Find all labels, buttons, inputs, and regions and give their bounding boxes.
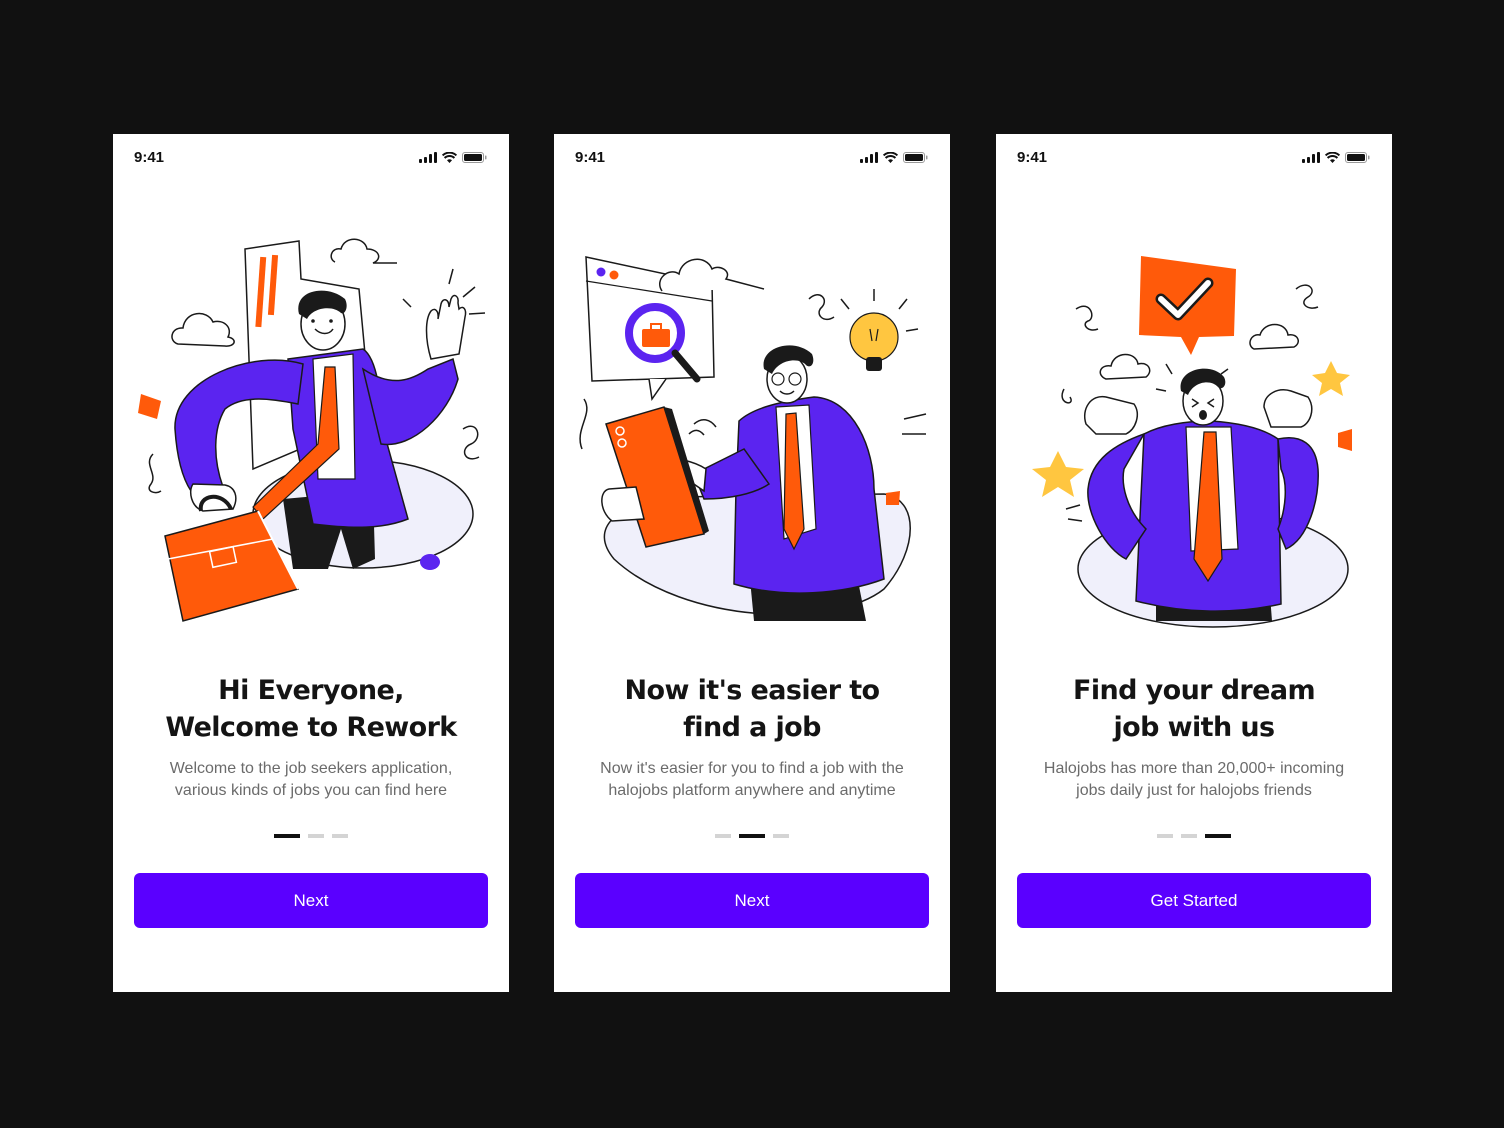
- description-line: Now it's easier for you to find a job wi…: [600, 760, 904, 777]
- page-dot-1[interactable]: [715, 834, 731, 838]
- cloud: [330, 238, 397, 264]
- page-indicator: [996, 834, 1392, 838]
- description-line: Welcome to the job seekers application,: [169, 760, 453, 777]
- status-time: 9:41: [575, 149, 606, 166]
- title-line: Welcome to Rework: [165, 712, 457, 743]
- title-line: Now it's easier to: [624, 675, 881, 706]
- status-bar: 9:41: [554, 134, 950, 180]
- page-dot-2[interactable]: [739, 834, 765, 838]
- signal-icon: [860, 151, 878, 163]
- onboarding-description: Now it's easier for you to find a job wi…: [578, 758, 926, 802]
- wifi-icon: [883, 152, 898, 163]
- wifi-icon: [442, 152, 457, 163]
- illustration-man-celebrating: [996, 229, 1392, 629]
- page-indicator: [554, 834, 950, 838]
- next-button[interactable]: Next: [575, 873, 929, 928]
- battery-icon: [1345, 152, 1370, 163]
- status-bar: 9:41: [113, 134, 509, 180]
- illustration-man-with-tablet: [554, 229, 950, 629]
- wifi-icon: [1325, 152, 1340, 163]
- get-started-button[interactable]: Get Started: [1017, 873, 1371, 928]
- onboarding-title: Now it's easier to find a job: [574, 672, 930, 746]
- page-dot-1[interactable]: [274, 834, 300, 838]
- page-dot-3[interactable]: [332, 834, 348, 838]
- title-line: job with us: [1113, 712, 1276, 743]
- page-dot-3[interactable]: [1205, 834, 1231, 838]
- description-line: Halojobs has more than 20,000+ incoming: [1043, 760, 1345, 777]
- status-time: 9:41: [1017, 149, 1048, 166]
- star-icon: [1312, 361, 1350, 396]
- page-dot-1[interactable]: [1157, 834, 1173, 838]
- page-indicator: [113, 834, 509, 838]
- description-line: various kinds of jobs you can find here: [174, 782, 448, 799]
- status-time: 9:41: [134, 149, 165, 166]
- signal-icon: [1302, 151, 1320, 163]
- lightbulb-icon: [849, 312, 899, 362]
- cloud: [659, 258, 765, 292]
- onboarding-screen-dream-job: 9:41 Find your dream job with us Halojob…: [996, 134, 1392, 992]
- status-icons: [1302, 151, 1370, 163]
- status-bar: 9:41: [996, 134, 1392, 180]
- onboarding-screen-find-job: 9:41 Now it's easier to find a job Now i…: [554, 134, 950, 992]
- status-icons: [860, 151, 928, 163]
- battery-icon: [462, 152, 487, 163]
- hand: [425, 294, 467, 360]
- next-button[interactable]: Next: [134, 873, 488, 928]
- status-icons: [419, 151, 487, 163]
- page-dot-3[interactable]: [773, 834, 789, 838]
- star-icon: [1032, 451, 1084, 497]
- page-dot-2[interactable]: [308, 834, 324, 838]
- cloud: [1249, 323, 1299, 350]
- onboarding-title: Hi Everyone, Welcome to Rework: [133, 672, 489, 746]
- title-line: Find your dream: [1072, 675, 1316, 706]
- cloud: [171, 312, 235, 347]
- signal-icon: [419, 151, 437, 163]
- description-line: jobs daily just for halojobs friends: [1076, 782, 1312, 799]
- cloud: [1099, 353, 1151, 380]
- onboarding-title: Find your dream job with us: [1016, 672, 1372, 746]
- title-line: Hi Everyone,: [218, 675, 404, 706]
- onboarding-description: Halojobs has more than 20,000+ incoming …: [1020, 758, 1368, 802]
- title-line: find a job: [683, 712, 821, 743]
- onboarding-screen-welcome: 9:41 Hi Everyone, Welcome to Rework Welc…: [113, 134, 509, 992]
- description-line: halojobs platform anywhere and anytime: [608, 782, 896, 799]
- illustration-man-with-briefcase: [113, 229, 509, 629]
- battery-icon: [903, 152, 928, 163]
- page-dot-2[interactable]: [1181, 834, 1197, 838]
- onboarding-description: Welcome to the job seekers application, …: [137, 758, 485, 802]
